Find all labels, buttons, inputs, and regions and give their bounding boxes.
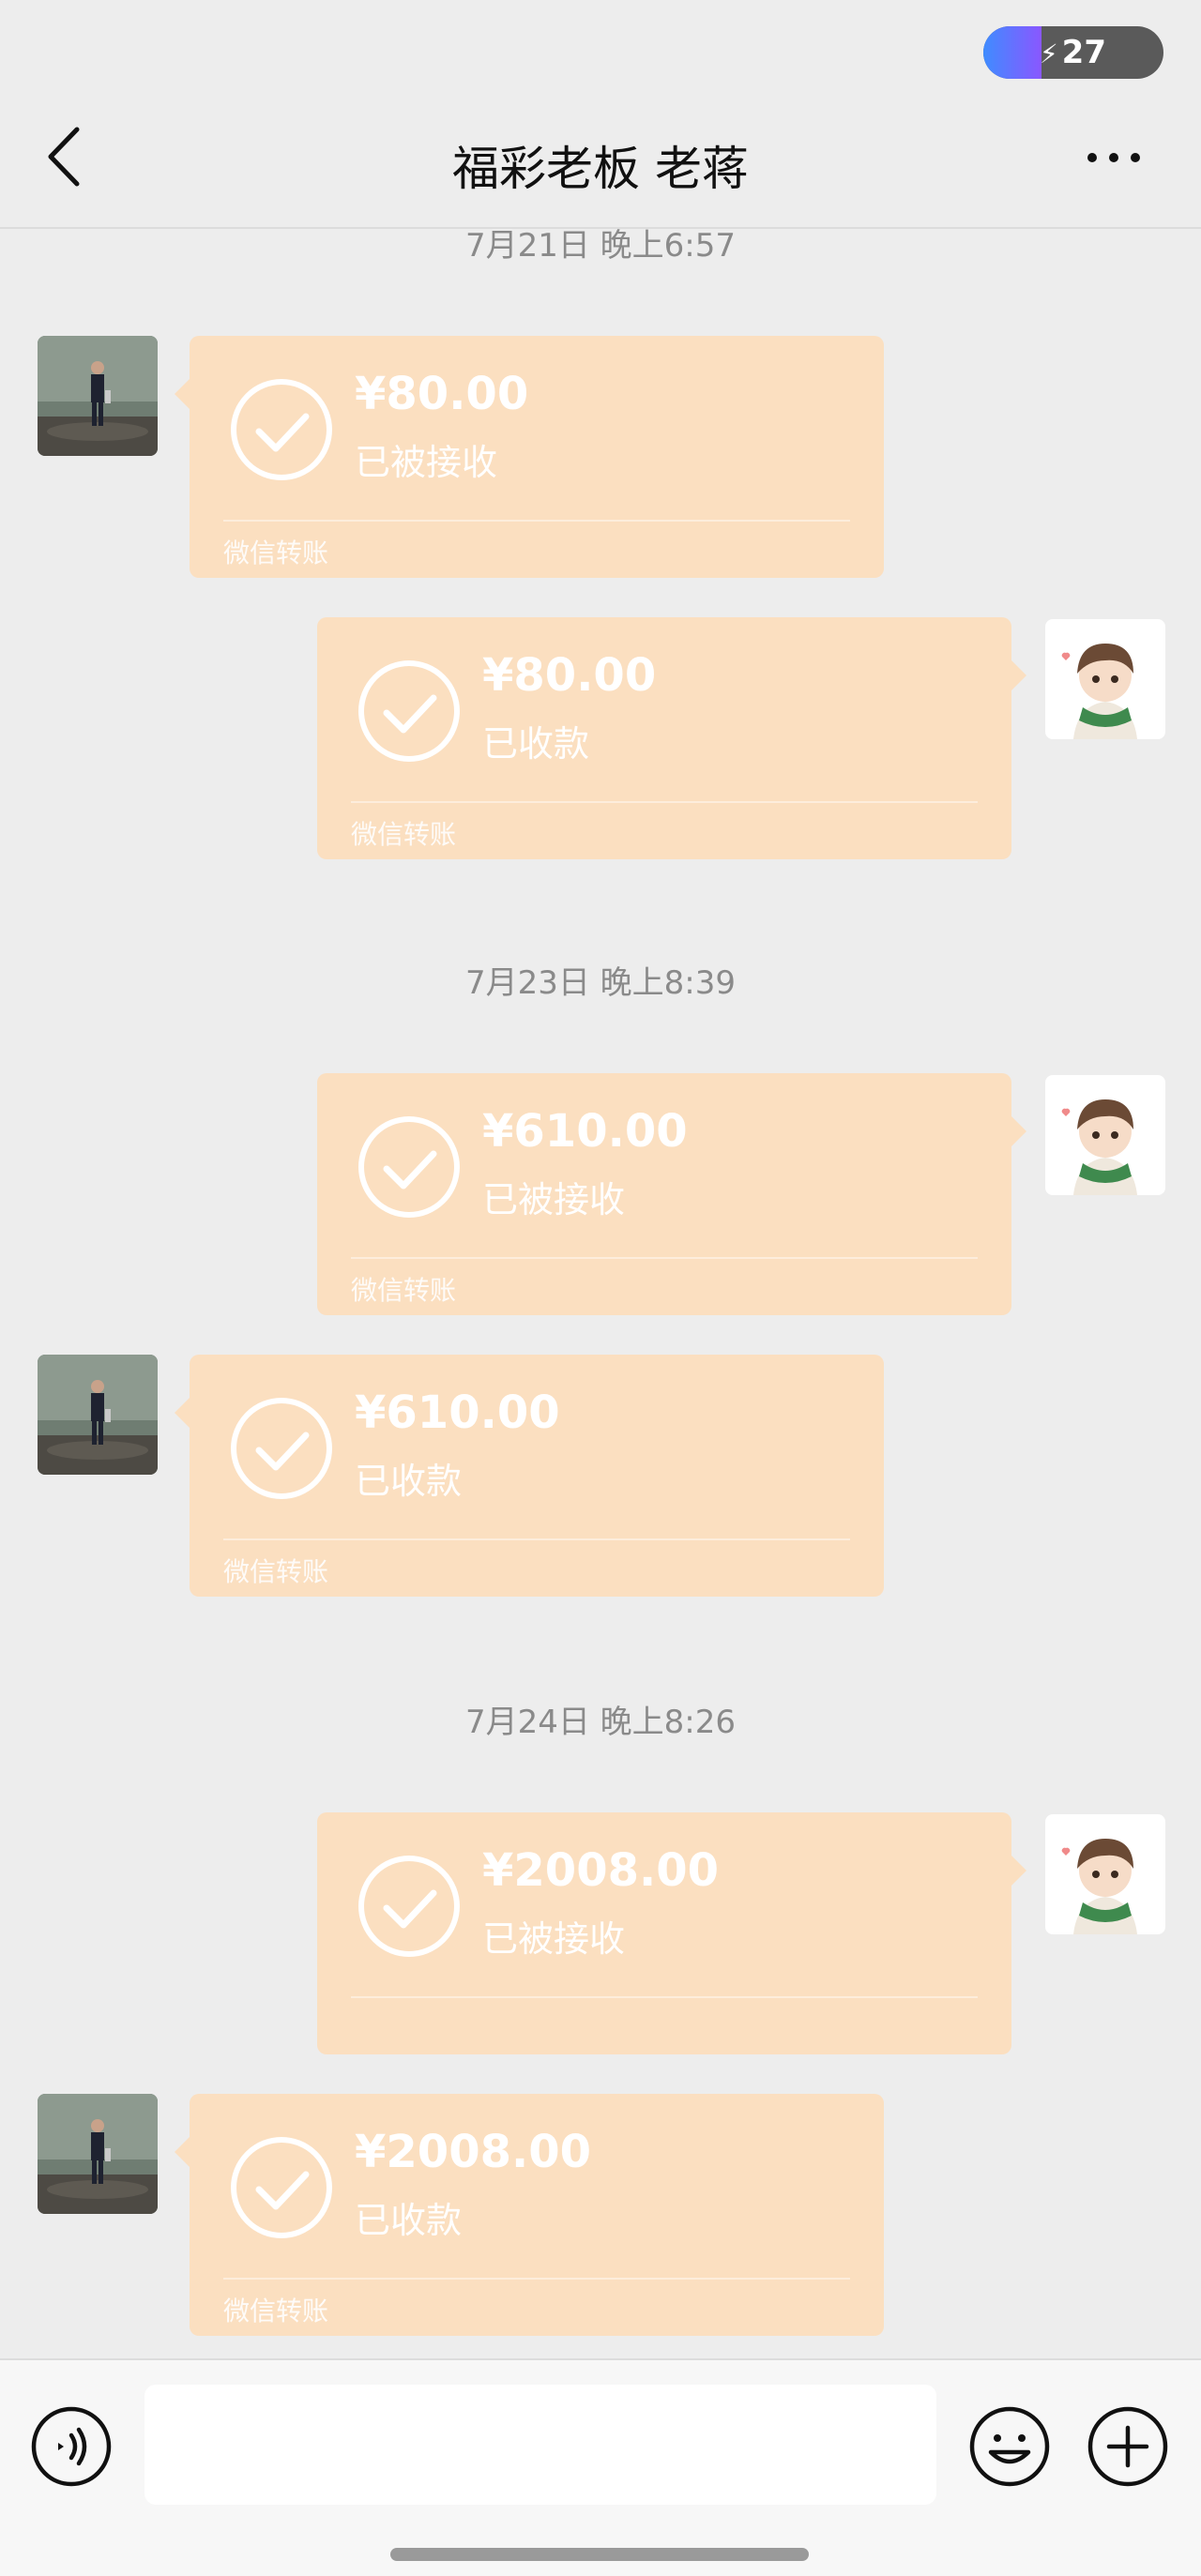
transfer-label: 微信转账: [223, 1556, 329, 1587]
transfer-label: 微信转账: [223, 538, 329, 568]
transfer-amount: ¥2008.00: [355, 2126, 592, 2178]
check-circle-icon: [358, 1856, 460, 1957]
contact-avatar[interactable]: [38, 336, 158, 456]
contact-avatar[interactable]: [38, 2094, 158, 2214]
transfer-message[interactable]: ¥2008.00 已被接收: [317, 1812, 1026, 2054]
page-title: 福彩老板 老蒋: [452, 142, 749, 196]
bubble-divider: [351, 801, 978, 803]
bubble-divider: [223, 2278, 850, 2280]
bubble-divider: [351, 1996, 978, 1998]
user-avatar[interactable]: [1045, 1814, 1165, 1934]
transfer-message[interactable]: ¥610.00 已被接收 微信转账: [317, 1073, 1026, 1315]
charging-bolt-icon: ⚡: [1040, 38, 1058, 69]
transfer-label: 微信转账: [223, 2296, 329, 2326]
transfer-message[interactable]: ¥610.00 已收款 微信转账: [175, 1355, 884, 1597]
emoji-icon[interactable]: [968, 2405, 1051, 2488]
transfer-status: 已被接收: [482, 1918, 626, 1960]
transfer-status: 已收款: [482, 723, 590, 765]
contact-avatar[interactable]: [38, 1355, 158, 1475]
chat-input-bar: [0, 2358, 1201, 2576]
transfer-status: 已收款: [355, 2200, 463, 2241]
check-circle-icon: [358, 660, 460, 762]
transfer-amount: ¥80.00: [482, 649, 657, 702]
more-dots-icon[interactable]: [1085, 148, 1143, 167]
bubble-divider: [223, 1538, 850, 1540]
battery-fill: [983, 26, 1041, 79]
transfer-message[interactable]: ¥80.00 已收款 微信转账: [317, 617, 1026, 859]
transfer-amount: ¥2008.00: [482, 1844, 720, 1897]
message-timestamp: 7月23日 晚上8:39: [464, 964, 737, 1002]
message-input[interactable]: [144, 2385, 936, 2505]
transfer-status: 已被接收: [355, 442, 498, 483]
message-timestamp: 7月24日 晚上8:26: [464, 1704, 737, 1741]
transfer-status: 已被接收: [482, 1179, 626, 1220]
battery-level-text: 27: [1061, 34, 1106, 71]
transfer-message[interactable]: ¥2008.00 已收款 微信转账: [175, 2094, 884, 2336]
bubble-divider: [223, 520, 850, 522]
check-circle-icon: [231, 1398, 332, 1499]
check-circle-icon: [358, 1116, 460, 1218]
chat-header: 福彩老板 老蒋: [0, 94, 1201, 229]
user-avatar[interactable]: [1045, 1075, 1165, 1195]
bubble-divider: [351, 1257, 978, 1259]
transfer-amount: ¥80.00: [355, 368, 529, 420]
battery-level: ⚡ 27: [1040, 26, 1106, 79]
home-indicator[interactable]: [390, 2548, 809, 2561]
transfer-amount: ¥610.00: [482, 1105, 688, 1158]
transfer-label: 微信转账: [351, 1275, 457, 1306]
transfer-message[interactable]: ¥80.00 已被接收 微信转账: [175, 336, 884, 578]
message-timestamp: 7月21日 晚上6:57: [464, 227, 737, 265]
transfer-amount: ¥610.00: [355, 1386, 560, 1439]
plus-icon[interactable]: [1087, 2405, 1169, 2488]
transfer-label: 微信转账: [351, 819, 457, 850]
check-circle-icon: [231, 2137, 332, 2238]
check-circle-icon: [231, 379, 332, 480]
voice-input-icon[interactable]: [30, 2405, 113, 2488]
transfer-status: 已收款: [355, 1461, 463, 1502]
user-avatar[interactable]: [1045, 619, 1165, 739]
battery-indicator: ⚡ 27: [983, 26, 1163, 79]
